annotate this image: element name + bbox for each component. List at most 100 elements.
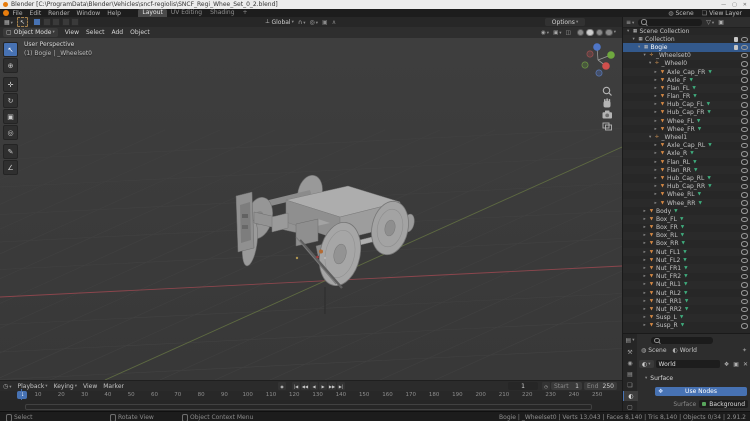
workspace-tab-layout[interactable]: Layout — [138, 9, 167, 17]
hide-eye-icon[interactable] — [741, 192, 748, 198]
hide-eye-icon[interactable] — [741, 69, 748, 75]
current-frame-field[interactable]: 1 — [508, 382, 538, 390]
outliner-row[interactable]: ▸ ▼ Nut_RL2 ▼ — [623, 289, 750, 297]
hide-eye-icon[interactable] — [741, 110, 748, 116]
hide-eye-icon[interactable] — [741, 118, 748, 124]
outliner-row[interactable]: ▸ ▼ Box_RR ▼ — [623, 240, 750, 248]
select-mode-icon[interactable] — [42, 18, 51, 26]
menu-object[interactable]: Object — [130, 29, 150, 36]
outliner-row[interactable]: ▸ ▼ Hub_Cap_RL ▼ — [623, 174, 750, 182]
outliner-row[interactable]: ▾ ▦ Scene Collection — [623, 27, 750, 35]
outliner-row[interactable]: ▸ ▼ Whee_FL ▼ — [623, 117, 750, 126]
outliner-row[interactable]: ▸ ▼ Axle_Cap_FR ▼ — [623, 67, 750, 77]
pin-icon[interactable]: ✦ — [742, 347, 747, 354]
axis-z-neg-ball[interactable] — [595, 69, 603, 77]
mode-dropdown[interactable]: ▢ Object Mode ▾ — [3, 28, 58, 37]
world-icon[interactable]: ◐ — [623, 391, 638, 401]
output-icon[interactable]: ▤ — [623, 369, 637, 379]
cursor-tool[interactable]: ⊕ — [3, 58, 18, 73]
hide-eye-icon[interactable] — [741, 306, 748, 313]
axis-y-neg-ball[interactable] — [581, 61, 589, 69]
overlay-icon[interactable]: ▣ — [322, 19, 328, 26]
zoom-icon[interactable] — [602, 86, 612, 96]
outliner-row[interactable]: ▸ ▼ Body ▼ — [623, 207, 750, 215]
filter-funnel-icon[interactable]: ▽▾ — [706, 19, 714, 26]
select-mode-icon[interactable] — [33, 18, 42, 26]
timeline-editor-icon[interactable]: ◷▾ — [3, 383, 12, 390]
hide-eye-icon[interactable] — [741, 200, 748, 206]
outliner-row[interactable]: ▸ ▼ Axle_F ▼ — [623, 76, 750, 84]
hide-eye-icon[interactable] — [741, 298, 748, 305]
axis-z-ball[interactable] — [593, 43, 601, 51]
world-name-field[interactable]: World — [655, 360, 720, 368]
outliner-row[interactable]: ▸ ▼ Box_FL ▼ — [623, 215, 750, 224]
properties-editor-icon[interactable]: ▤ ▾ — [623, 335, 637, 345]
outliner-row[interactable]: ▸ ▼ Whee_FR ▼ — [623, 125, 750, 133]
playhead[interactable]: 1 — [17, 391, 27, 399]
viewlayer-icon[interactable]: ❏ — [623, 380, 637, 390]
nav-gizmo[interactable] — [581, 43, 615, 77]
outliner-row[interactable]: ▸ ▼ Flan_RL ▼ — [623, 158, 750, 166]
scale-tool[interactable]: ▣ — [3, 109, 18, 124]
render-icon[interactable]: ◉ — [623, 358, 637, 368]
axis-x-ball[interactable] — [602, 62, 610, 70]
hide-eye-icon[interactable] — [741, 142, 748, 149]
select-mode-icon[interactable] — [71, 18, 80, 26]
outliner-row[interactable]: ▸ ▼ Axle_R ▼ — [623, 149, 750, 158]
playback-button[interactable]: ◀ — [310, 382, 318, 390]
overlays-icon[interactable]: ▣▾ — [553, 30, 561, 36]
hide-eye-icon[interactable] — [741, 265, 748, 272]
maximize-button[interactable]: ▢ — [732, 2, 737, 8]
active-tool-button[interactable]: ↖ — [16, 17, 28, 27]
view-layer-selector[interactable]: ❏ View Layer — [702, 10, 742, 17]
hide-eye-icon[interactable] — [741, 102, 748, 108]
hide-eye-icon[interactable] — [741, 175, 748, 182]
camera-view-icon[interactable] — [602, 110, 613, 119]
playback-button[interactable]: ▶| — [337, 382, 345, 390]
add-workspace-button[interactable]: + — [239, 9, 252, 17]
wireframe-shading-icon[interactable] — [576, 28, 585, 37]
frame-end-field[interactable]: End 250 — [584, 382, 617, 390]
select-box-tool[interactable]: ↖ — [3, 42, 18, 57]
hide-eye-icon[interactable] — [741, 183, 748, 190]
hide-eye-icon[interactable] — [741, 249, 748, 255]
scene-selector[interactable]: ◍ Scene — [668, 10, 694, 17]
hide-eye-icon[interactable] — [741, 151, 748, 157]
workspace-tab-shading[interactable]: Shading — [206, 9, 238, 17]
hide-eye-icon[interactable] — [741, 208, 748, 214]
select-mode-icon[interactable] — [61, 18, 70, 26]
hide-eye-icon[interactable] — [741, 314, 748, 321]
axis-y-ball[interactable] — [607, 51, 615, 59]
use-nodes-button[interactable]: ❖ Use Nodes — [655, 387, 747, 396]
fake-user-shield-icon[interactable]: ❖ — [724, 361, 729, 368]
outliner-row[interactable]: ▸ ▼ Nut_FL1 ▼ — [623, 248, 750, 257]
exclude-checkbox[interactable] — [733, 37, 738, 42]
outliner-row[interactable]: ▾ ▦ Bogie — [623, 43, 750, 52]
browse-world-dropdown[interactable]: ◐ ▾ — [639, 360, 654, 368]
hide-eye-icon[interactable] — [741, 233, 748, 239]
snap-magnet-icon[interactable]: ∩▾ — [298, 19, 306, 26]
minimize-button[interactable]: — — [721, 2, 726, 8]
annotate-tool[interactable]: ✎ — [3, 144, 18, 159]
outliner-search-input[interactable] — [638, 18, 703, 26]
outliner-row[interactable]: ▸ ▼ Nut_RR2 ▼ — [623, 305, 750, 313]
outliner-row[interactable]: ▾ ✛ _Wheel1 — [623, 133, 750, 142]
unlink-icon[interactable]: ✕ — [743, 361, 748, 368]
move-tool[interactable]: ✛ — [3, 77, 18, 92]
menu-render[interactable]: Render — [48, 10, 69, 17]
menu-select[interactable]: Select — [86, 29, 105, 36]
outliner-row[interactable]: ▸ ▼ Hub_Cap_FR ▼ — [623, 109, 750, 117]
hide-eye-icon[interactable] — [741, 290, 748, 296]
outliner-row[interactable]: ▸ ▼ Box_RL ▼ — [623, 231, 750, 240]
hide-eye-icon[interactable] — [741, 273, 748, 280]
menu-marker[interactable]: Marker — [103, 383, 124, 390]
outliner-row[interactable]: ▸ ▼ Hub_Cap_RR ▼ — [623, 182, 750, 191]
transform-orientation-dropdown[interactable]: ⟂ Global ▾ — [265, 18, 293, 26]
new-datablock-icon[interactable]: ▣ — [733, 361, 739, 368]
gizmo-icon[interactable]: ∧ — [332, 19, 336, 26]
close-button[interactable]: ✕ — [743, 2, 747, 8]
outliner-row[interactable]: ▾ ✛ _Wheel0 — [623, 60, 750, 68]
timeline-scrollbar[interactable] — [25, 404, 592, 410]
pan-hand-icon[interactable] — [603, 98, 611, 108]
hide-eye-icon[interactable] — [741, 93, 748, 100]
